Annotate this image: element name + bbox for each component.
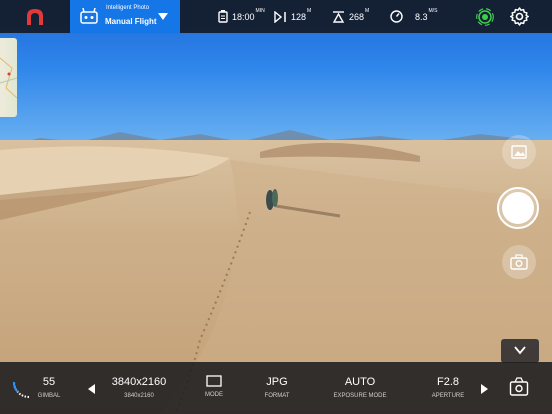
aperture-setting[interactable]: F2.8 APERTURE	[422, 376, 474, 399]
camera-settings-icon[interactable]	[509, 377, 529, 397]
speed-value: 8.3	[415, 11, 428, 22]
gimbal-label: GIMBAL	[37, 393, 61, 399]
aperture-label: APERTURE	[431, 393, 465, 399]
format-setting[interactable]: JPG FORMAT	[256, 376, 298, 399]
gimbal-control[interactable]: 55 GIMBAL	[36, 376, 62, 399]
mode-subtitle: Intelligent Photo	[106, 5, 150, 11]
shutter-button-inner	[502, 192, 534, 224]
resolution-setting[interactable]: 3840x2160 3840x2160	[104, 376, 174, 399]
mode-label: MODE	[205, 392, 223, 398]
altitude-value: 268	[349, 11, 365, 22]
top-status-bar: Intelligent Photo Manual Flight 18:00 MI…	[0, 0, 552, 33]
flight-time-value: 18:00	[232, 11, 255, 22]
altitude-icon	[332, 10, 345, 23]
resolution-label: 3840x2160	[124, 393, 154, 399]
exposure-label: EXPOSURE MODE	[333, 393, 387, 399]
format-value: JPG	[266, 376, 288, 388]
gimbal-dial-icon	[12, 381, 30, 398]
distance-readout: 128 M	[274, 0, 311, 33]
remote-controller-icon	[80, 8, 98, 24]
gear-icon[interactable]	[510, 7, 529, 26]
distance-icon	[274, 10, 286, 23]
scroll-right-icon[interactable]	[481, 384, 488, 394]
map-icon	[0, 57, 18, 99]
chevron-down-icon	[158, 13, 168, 20]
distance-value: 128	[291, 11, 307, 22]
flight-time-unit: MIN	[255, 7, 265, 14]
exposure-value: AUTO	[344, 376, 376, 388]
mode-title: Manual Flight	[105, 17, 157, 26]
camera-live-view[interactable]	[0, 0, 552, 414]
gallery-button[interactable]	[502, 135, 536, 169]
mode-setting[interactable]: MODE	[196, 375, 232, 398]
flight-time-readout: 18:00 MIN	[218, 0, 265, 33]
altitude-readout: 268 M	[332, 0, 369, 33]
speedometer-icon	[390, 10, 403, 23]
exposure-mode-setting[interactable]: AUTO EXPOSURE MODE	[322, 376, 398, 399]
resolution-value: 3840x2160	[111, 376, 167, 388]
camera-settings-bar: 55 GIMBAL 3840x2160 3840x2160 MODE JPG F…	[0, 362, 552, 414]
battery-icon	[218, 10, 228, 23]
collapse-panel-button[interactable]	[501, 339, 539, 363]
app-logo-icon[interactable]	[25, 8, 45, 26]
gallery-icon	[511, 145, 527, 159]
shutter-button[interactable]	[497, 187, 539, 229]
camera-mode-button[interactable]	[502, 245, 536, 279]
format-label: FORMAT	[264, 393, 290, 399]
flight-mode-selector[interactable]: Intelligent Photo Manual Flight	[70, 0, 180, 33]
distance-unit: M	[307, 7, 312, 14]
minimap-thumbnail[interactable]	[0, 38, 18, 117]
photo-mode-icon	[206, 375, 222, 387]
speed-unit: M/S	[428, 7, 438, 14]
aperture-value: F2.8	[436, 376, 459, 388]
altitude-unit: M	[365, 7, 370, 14]
speed-readout: 8.3 M/S	[390, 0, 437, 33]
signal-strength-icon[interactable]	[476, 8, 494, 26]
camera-switch-icon	[510, 254, 528, 270]
gimbal-value: 55	[42, 376, 56, 388]
chevron-down-icon	[514, 346, 526, 355]
scroll-left-icon[interactable]	[88, 384, 95, 394]
